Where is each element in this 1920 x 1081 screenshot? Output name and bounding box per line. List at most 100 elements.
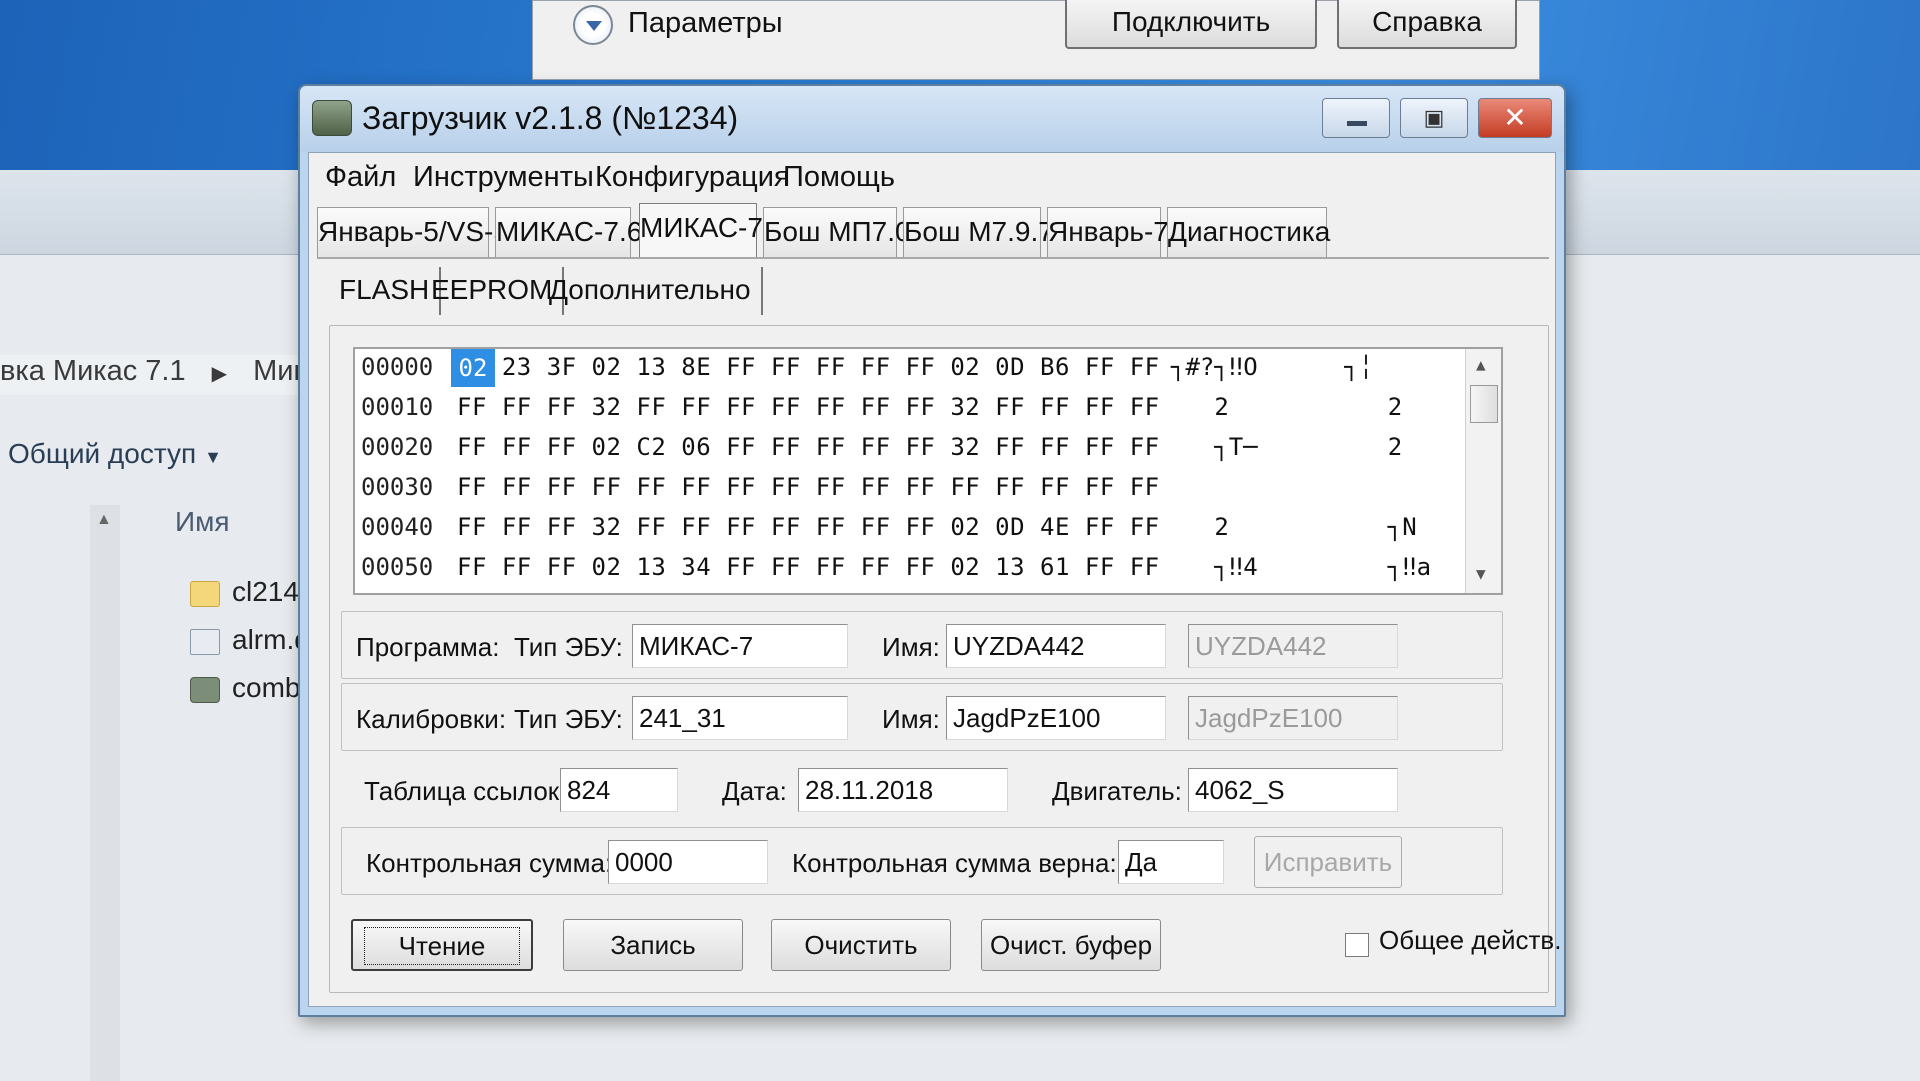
menu-file[interactable]: Файл <box>325 161 396 194</box>
hex-bytes: FF FF FF 02 13 34 FF FF FF FF FF 02 13 6… <box>457 553 1160 581</box>
menu-tools[interactable]: Инструменты <box>413 161 594 194</box>
hex-bytes: FF FF FF 32 FF FF FF FF FF FF FF 32 FF F… <box>457 393 1160 421</box>
calibration-name-label: Имя: <box>882 704 940 734</box>
hex-bytes: FF FF FF 32 FF FF FF FF FF FF FF 02 0D 4… <box>457 513 1160 541</box>
checksum-group: Контрольная сумма: 0000 Контрольная сумм… <box>341 827 1503 895</box>
app-icon <box>190 676 220 703</box>
hex-address: 00030 <box>361 473 434 501</box>
date-field[interactable]: 28.11.2018 <box>798 768 1008 812</box>
link-table-label: Таблица ссылок: <box>364 776 567 806</box>
clear-button[interactable]: Очистить <box>771 919 951 971</box>
hex-address: 00040 <box>361 513 434 541</box>
tab-bosch-m797[interactable]: Бош M7.9.7 <box>903 207 1054 257</box>
hex-row[interactable]: 00000 02 23 3F 02 13 8E FF FF FF FF FF 0… <box>355 349 1501 389</box>
hex-address: 00000 <box>361 353 434 381</box>
tab-january-7[interactable]: Январь-7 <box>1047 207 1169 257</box>
date-label: Дата: <box>722 776 787 806</box>
hex-ascii: 2 2 <box>1171 393 1403 421</box>
app-icon <box>312 100 352 136</box>
program-name-field[interactable]: UYZDA442 <box>946 624 1166 668</box>
link-table-field[interactable]: 824 <box>560 768 678 812</box>
column-header-name[interactable]: Имя <box>175 506 230 538</box>
hex-editor[interactable]: 00000 02 23 3F 02 13 8E FF FF FF FF FF 0… <box>353 347 1503 595</box>
help-button[interactable]: Справка <box>1337 0 1517 49</box>
common-action-label: Общее действ. <box>1379 925 1562 955</box>
checksum-ok-field: Да <box>1118 840 1224 884</box>
engine-label: Двигатель: <box>1052 776 1182 806</box>
hex-bytes: 23 3F 02 13 8E FF FF FF FF FF 02 0D B6 F… <box>457 353 1160 381</box>
menu-configuration[interactable]: Конфигурация <box>595 161 790 194</box>
tab-january-5[interactable]: Январь-5/VS-5 <box>317 207 509 257</box>
minimize-button[interactable] <box>1322 98 1390 138</box>
menu-help[interactable]: Помощь <box>783 161 895 194</box>
engine-field[interactable]: 4062_S <box>1188 768 1398 812</box>
tab-mikas-7-6[interactable]: МИКАС-7.6 <box>495 207 642 257</box>
breadcrumb: вка Микас 7.1 ▶ Мика <box>0 355 330 395</box>
calibration-name-reference-field: JagdPzE100 <box>1188 696 1398 740</box>
title-bar[interactable]: Загрузчик v2.1.8 (№1234) ▣ ✕ <box>300 86 1564 152</box>
breadcrumb-item[interactable]: вка Микас 7.1 <box>0 355 186 388</box>
hex-ascii: ┐T─ 2 <box>1171 433 1403 461</box>
fix-checksum-button[interactable]: Исправить <box>1254 836 1402 888</box>
scroll-up-icon[interactable]: ▲ <box>1476 355 1486 374</box>
program-ecu-type-label: Тип ЭБУ: <box>514 632 623 662</box>
scroll-down-icon[interactable]: ▼ <box>1476 564 1486 583</box>
read-button-label: Чтение <box>363 927 521 965</box>
hex-row[interactable]: 00050 FF FF FF 02 13 34 FF FF FF FF FF 0… <box>355 549 1501 589</box>
tab-additional[interactable]: Дополнительно <box>549 267 763 315</box>
hex-address: 00010 <box>361 393 434 421</box>
hex-row[interactable]: 00030 FF FF FF FF FF FF FF FF FF FF FF F… <box>355 469 1501 509</box>
program-group: Программа: Тип ЭБУ: МИКАС-7 Имя: UYZDA44… <box>341 611 1503 679</box>
clear-buffer-button[interactable]: Очист. буфер <box>981 919 1161 971</box>
scroll-up-icon[interactable]: ▲ <box>96 511 112 529</box>
hex-row[interactable]: 00010 FF FF FF 32 FF FF FF FF FF FF FF 3… <box>355 389 1501 429</box>
program-name-reference-field: UYZDA442 <box>1188 624 1398 668</box>
share-label: Общий доступ <box>8 438 197 469</box>
parameters-expand-icon[interactable] <box>573 5 613 45</box>
checksum-ok-label: Контрольная сумма верна: <box>792 848 1117 878</box>
window-client-area: Файл Инструменты Конфигурация Помощь Янв… <box>308 152 1561 1007</box>
calibration-ecu-type-field[interactable]: 241_31 <box>632 696 848 740</box>
hex-row[interactable]: 00040 FF FF FF 32 FF FF FF FF FF FF FF 0… <box>355 509 1501 549</box>
menu-bar: Файл Инструменты Конфигурация Помощь <box>309 153 1555 199</box>
write-button[interactable]: Запись <box>563 919 743 971</box>
calibration-group: Калибровки: Тип ЭБУ: 241_31 Имя: JagdPzE… <box>341 683 1503 751</box>
program-label: Программа: <box>356 632 500 662</box>
tab-diagnostics[interactable]: Диагностика <box>1167 207 1330 257</box>
hex-ascii: ┐#?┐‼O ┐╎ <box>1171 353 1374 381</box>
checksum-label: Контрольная сумма: <box>366 848 613 878</box>
hex-scrollbar[interactable]: ▲ ▼ <box>1465 349 1501 593</box>
explorer-scrollbar[interactable]: ▲ <box>90 505 120 1081</box>
common-action-checkbox[interactable] <box>1345 933 1369 957</box>
connect-button[interactable]: Подключить <box>1065 0 1317 49</box>
read-button[interactable]: Чтение <box>351 919 533 971</box>
tab-eeprom[interactable]: EEPROM <box>431 267 565 315</box>
calibration-ecu-type-label: Тип ЭБУ: <box>514 704 623 734</box>
hex-ascii: ┐‼4 ┐‼a <box>1171 553 1432 581</box>
folder-icon <box>190 580 220 607</box>
links-group: Таблица ссылок: 824 Дата: 28.11.2018 Дви… <box>341 755 1503 823</box>
tab-divider <box>317 257 1549 259</box>
dll-file-icon <box>190 628 220 655</box>
hex-address: 00020 <box>361 433 434 461</box>
scroll-thumb[interactable] <box>1470 385 1498 423</box>
parameters-label[interactable]: Параметры <box>628 7 783 40</box>
close-button[interactable]: ✕ <box>1478 98 1552 138</box>
window-title: Загрузчик v2.1.8 (№1234) <box>362 100 739 136</box>
program-name-label: Имя: <box>882 632 940 662</box>
maximize-button[interactable]: ▣ <box>1400 98 1468 138</box>
tab-bosch-mp7[interactable]: Бош МП7.0 <box>763 207 911 257</box>
program-ecu-type-field[interactable]: МИКАС-7 <box>632 624 848 668</box>
loader-window: Загрузчик v2.1.8 (№1234) ▣ ✕ Файл Инстру… <box>298 84 1566 1017</box>
hex-address: 00050 <box>361 553 434 581</box>
tab-mikas-7[interactable]: МИКАС-7 <box>639 203 763 259</box>
hex-row[interactable]: 00020 FF FF FF 02 C2 06 FF FF FF FF FF 3… <box>355 429 1501 469</box>
calibration-name-field[interactable]: JagdPzE100 <box>946 696 1166 740</box>
hex-bytes: FF FF FF FF FF FF FF FF FF FF FF FF FF F… <box>457 473 1160 501</box>
share-menu-button[interactable]: Общий доступ ▼ <box>8 438 222 470</box>
calibration-label: Калибровки: <box>356 704 507 734</box>
checksum-field[interactable]: 0000 <box>608 840 768 884</box>
tab-flash[interactable]: FLASH <box>339 267 442 315</box>
hex-bytes: FF FF FF 02 C2 06 FF FF FF FF FF 32 FF F… <box>457 433 1160 461</box>
chevron-down-icon: ▼ <box>204 447 222 467</box>
